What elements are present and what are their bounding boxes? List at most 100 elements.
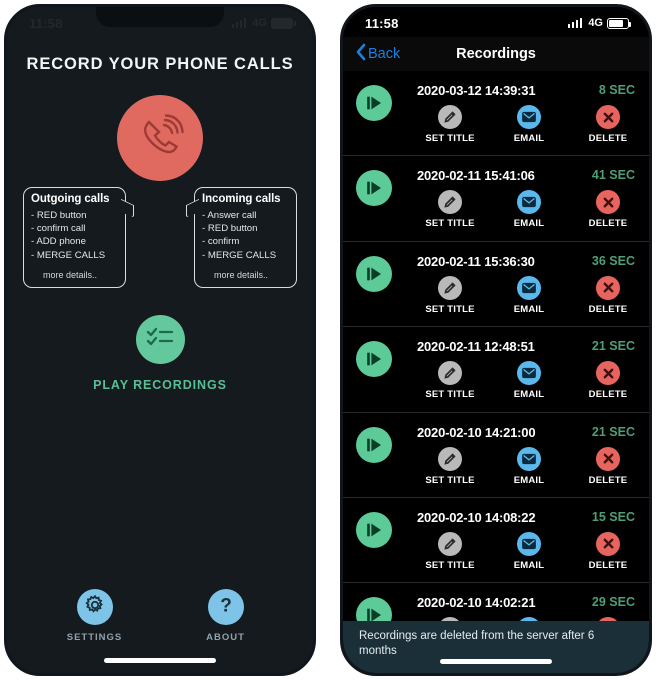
callout-heading: Incoming calls — [202, 193, 281, 205]
network-type-label: 4G — [588, 17, 603, 29]
play-icon[interactable] — [356, 85, 392, 121]
more-details-link[interactable]: more details.. — [202, 270, 289, 280]
checklist-icon — [146, 325, 174, 354]
envelope-icon[interactable] — [517, 275, 541, 300]
settings-circle[interactable] — [76, 589, 113, 625]
status-time: 11:58 — [365, 15, 399, 31]
recording-date: 2020-02-10 14:02:21 — [417, 595, 536, 611]
close-x-icon[interactable] — [596, 190, 620, 215]
about-circle[interactable]: ? — [207, 589, 244, 625]
callout-outgoing-calls[interactable]: Outgoing calls - RED button - confirm ca… — [23, 187, 134, 288]
set-title-label: SET TITLE — [425, 218, 475, 230]
delete-button[interactable]: DELETE — [577, 190, 639, 229]
tab-about[interactable]: ? ABOUT — [186, 589, 266, 643]
recording-row[interactable]: 2020-02-11 15:36:30 36 SEC SET TITLE EMAIL D… — [343, 242, 649, 328]
close-x-icon[interactable] — [596, 531, 620, 556]
email-label: EMAIL — [513, 474, 545, 486]
recording-row[interactable]: 2020-03-12 14:39:31 8 SEC SET TITLE EMAIL DE… — [343, 71, 649, 157]
set-title-button[interactable]: SET TITLE — [419, 275, 481, 315]
home-indicator — [104, 658, 216, 663]
recording-date: 2020-03-12 14:39:31 — [417, 83, 536, 98]
set-title-button[interactable]: SET TITLE — [419, 531, 481, 571]
pencil-icon[interactable] — [438, 190, 462, 215]
chevron-left-icon — [355, 43, 367, 65]
gear-icon — [83, 593, 107, 622]
back-button[interactable]: Back — [355, 43, 400, 65]
recording-duration: 15 SEC — [591, 509, 635, 524]
envelope-icon[interactable] — [517, 361, 541, 386]
play-recordings-circle[interactable] — [135, 315, 185, 364]
play-icon[interactable] — [356, 511, 392, 548]
tab-settings[interactable]: SETTINGS — [55, 589, 135, 643]
play-recordings-label: PLAY RECORDINGS — [93, 378, 227, 392]
set-title-label: SET TITLE — [425, 389, 475, 401]
set-title-label: SET TITLE — [425, 133, 475, 144]
close-x-icon[interactable] — [596, 275, 620, 300]
pencil-icon[interactable] — [438, 531, 462, 556]
email-button[interactable]: EMAIL — [498, 190, 560, 229]
email-button[interactable]: EMAIL — [498, 531, 560, 571]
delete-button[interactable]: DELETE — [577, 361, 639, 400]
delete-label: DELETE — [588, 218, 628, 230]
close-x-icon[interactable] — [596, 361, 620, 386]
pencil-icon[interactable] — [438, 446, 462, 471]
envelope-icon[interactable] — [517, 446, 541, 471]
play-icon[interactable] — [356, 341, 392, 378]
pencil-icon[interactable] — [438, 105, 462, 129]
callout-tail — [121, 198, 134, 219]
recording-actions: SET TITLE EMAIL DELETE — [419, 446, 639, 486]
record-call-button[interactable] — [117, 95, 203, 181]
callout-incoming-calls[interactable]: Incoming calls - Answer call - RED butto… — [186, 187, 297, 288]
delete-label: DELETE — [588, 559, 628, 571]
callout-step: - Answer call — [202, 210, 257, 221]
pencil-icon[interactable] — [438, 275, 462, 300]
more-details-link[interactable]: more details.. — [31, 270, 118, 280]
callout-step-list: - RED button - confirm call - ADD phone … — [31, 209, 118, 262]
screenshot-stage: 11:58 4G RECORD YOUR PHONE CALLS Outgoin… — [0, 0, 656, 680]
set-title-button[interactable]: SET TITLE — [419, 105, 481, 144]
envelope-icon[interactable] — [517, 531, 541, 556]
recording-row[interactable]: 2020-02-11 15:41:06 41 SEC SET TITLE EMAIL D… — [343, 156, 649, 242]
callout-step: - MERGE CALLS — [202, 249, 277, 261]
callout-step: - RED button — [31, 210, 87, 221]
battery-icon — [271, 17, 296, 29]
set-title-button[interactable]: SET TITLE — [419, 190, 481, 229]
delete-button[interactable]: DELETE — [577, 105, 639, 144]
play-icon[interactable] — [356, 426, 392, 463]
close-x-icon[interactable] — [596, 105, 620, 129]
recording-row[interactable]: 2020-02-11 12:48:51 21 SEC SET TITLE EMAIL D… — [343, 327, 649, 413]
email-button[interactable]: EMAIL — [498, 361, 560, 400]
recording-actions: SET TITLE EMAIL DELETE — [419, 105, 639, 144]
delete-button[interactable]: DELETE — [577, 275, 639, 315]
recording-date: 2020-02-10 14:08:22 — [417, 509, 536, 525]
delete-button[interactable]: DELETE — [577, 446, 639, 486]
play-icon[interactable] — [356, 170, 392, 207]
recording-duration: 41 SEC — [591, 168, 635, 183]
close-x-icon[interactable] — [596, 446, 620, 471]
email-label: EMAIL — [513, 389, 545, 401]
status-time: 11:58 — [29, 15, 63, 31]
email-button[interactable]: EMAIL — [498, 446, 560, 486]
recording-row[interactable]: 2020-02-10 14:21:00 21 SEC SET TITLE EMAIL D… — [343, 413, 649, 498]
recording-duration: 29 SEC — [591, 595, 635, 610]
recordings-list[interactable]: 2020-03-12 14:39:31 8 SEC SET TITLE EMAIL DE… — [343, 71, 649, 649]
envelope-icon[interactable] — [517, 190, 541, 215]
play-icon[interactable] — [356, 255, 392, 292]
set-title-button[interactable]: SET TITLE — [419, 361, 481, 400]
status-indicators: 4G — [567, 17, 631, 29]
recording-actions: SET TITLE EMAIL DELETE — [419, 531, 639, 571]
signal-bars-icon — [231, 18, 247, 28]
callout-step: - ADD phone — [31, 236, 86, 248]
tab-about-label: ABOUT — [206, 632, 245, 643]
recording-row[interactable]: 2020-02-10 14:08:22 15 SEC SET TITLE EMAIL D… — [343, 498, 649, 584]
envelope-icon[interactable] — [517, 105, 541, 129]
delete-button[interactable]: DELETE — [577, 531, 639, 571]
pencil-icon[interactable] — [438, 361, 462, 386]
recording-date: 2020-02-11 15:36:30 — [417, 253, 535, 269]
set-title-button[interactable]: SET TITLE — [419, 446, 481, 486]
navigation-bar: Back Recordings — [343, 37, 649, 71]
email-button[interactable]: EMAIL — [498, 275, 560, 315]
set-title-label: SET TITLE — [425, 559, 475, 571]
email-button[interactable]: EMAIL — [498, 105, 560, 144]
play-recordings-button[interactable]: PLAY RECORDINGS — [7, 315, 313, 392]
